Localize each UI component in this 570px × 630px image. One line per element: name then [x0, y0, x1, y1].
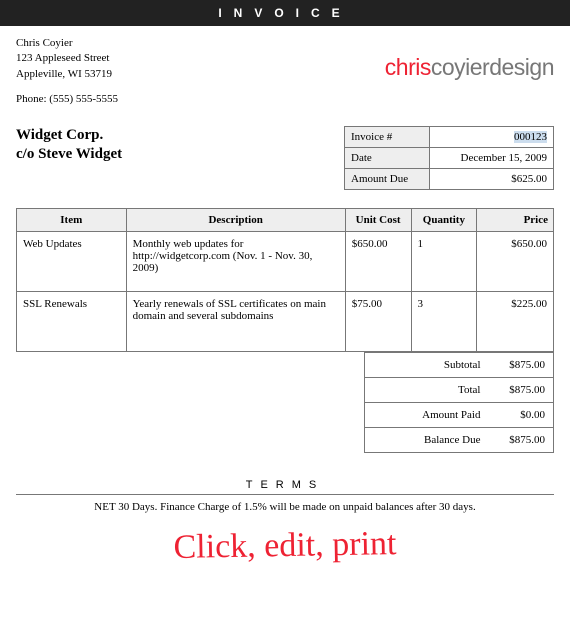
sender-name: Chris Coyier	[16, 36, 118, 51]
total-value: $875.00	[489, 377, 554, 402]
totals-table: Subtotal$875.00 Total$875.00 Amount Paid…	[364, 352, 554, 453]
handwritten-caption: Click, edit, print	[16, 522, 555, 569]
logo-part-2: coyier	[431, 54, 489, 80]
client-block[interactable]: Widget Corp. c/o Steve Widget	[16, 126, 122, 190]
sender-phone: Phone: (555) 555-5555	[16, 92, 118, 107]
item-unitcost[interactable]: $75.00	[345, 291, 411, 351]
meta-due-value[interactable]: $625.00	[430, 168, 554, 189]
col-item-header: Item	[17, 208, 127, 231]
subtotal-label: Subtotal	[365, 352, 489, 377]
client-line-2: c/o Steve Widget	[16, 145, 122, 165]
terms-header: TERMS	[16, 473, 554, 495]
paid-label: Amount Paid	[365, 402, 489, 427]
line-items-table: Item Description Unit Cost Quantity Pric…	[16, 208, 554, 352]
table-row: Web Updates Monthly web updates for http…	[17, 231, 554, 291]
item-price[interactable]: $225.00	[477, 291, 554, 351]
client-line-1: Widget Corp.	[16, 126, 122, 146]
invoice-banner: INVOICE	[0, 0, 570, 26]
item-desc[interactable]: Monthly web updates for http://widgetcor…	[126, 231, 345, 291]
brand-logo: chriscoyierdesign	[385, 54, 554, 108]
paid-value[interactable]: $0.00	[489, 402, 554, 427]
balance-label: Balance Due	[365, 427, 489, 452]
item-name[interactable]: SSL Renewals	[17, 291, 127, 351]
sender-address[interactable]: Chris Coyier 123 Appleseed Street Applev…	[16, 36, 118, 108]
terms-text[interactable]: NET 30 Days. Finance Charge of 1.5% will…	[16, 495, 554, 519]
invoice-meta-table: Invoice # 000123 Date December 15, 2009 …	[344, 126, 554, 190]
item-price[interactable]: $650.00	[477, 231, 554, 291]
sender-street: 123 Appleseed Street	[16, 51, 118, 66]
item-name[interactable]: Web Updates	[17, 231, 127, 291]
table-row: SSL Renewals Yearly renewals of SSL cert…	[17, 291, 554, 351]
meta-invoice-label: Invoice #	[345, 126, 430, 147]
balance-value: $875.00	[489, 427, 554, 452]
item-desc[interactable]: Yearly renewals of SSL certificates on m…	[126, 291, 345, 351]
logo-part-1: chris	[385, 54, 431, 80]
subtotal-value: $875.00	[489, 352, 554, 377]
col-desc-header: Description	[126, 208, 345, 231]
item-qty[interactable]: 1	[411, 231, 477, 291]
meta-date-label: Date	[345, 147, 430, 168]
item-unitcost[interactable]: $650.00	[345, 231, 411, 291]
item-qty[interactable]: 3	[411, 291, 477, 351]
logo-part-3: design	[489, 54, 554, 80]
sender-citystate: Appleville, WI 53719	[16, 67, 118, 82]
meta-due-label: Amount Due	[345, 168, 430, 189]
total-label: Total	[365, 377, 489, 402]
meta-date-value[interactable]: December 15, 2009	[430, 147, 554, 168]
col-unitcost-header: Unit Cost	[345, 208, 411, 231]
col-price-header: Price	[477, 208, 554, 231]
col-qty-header: Quantity	[411, 208, 477, 231]
meta-invoice-value[interactable]: 000123	[430, 126, 554, 147]
